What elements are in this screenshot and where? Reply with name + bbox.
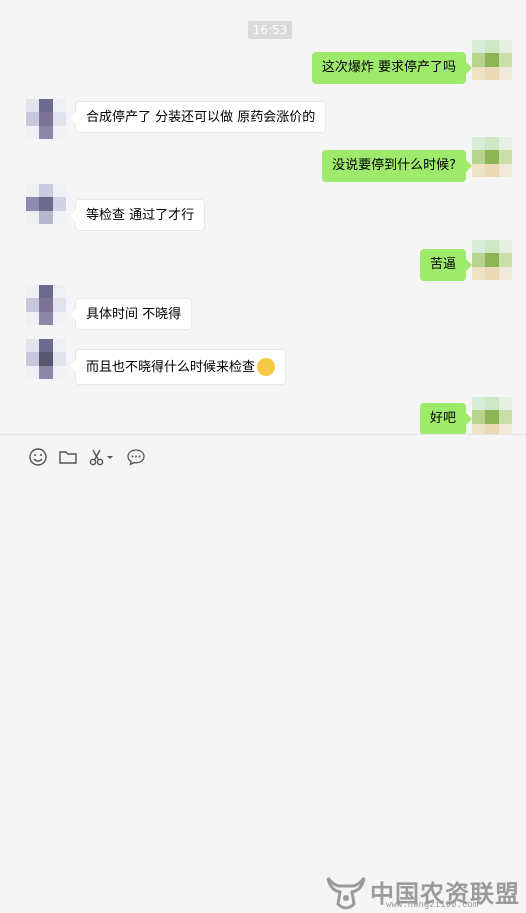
- my-avatar[interactable]: [472, 397, 512, 437]
- chevron-down-icon[interactable]: [106, 447, 114, 467]
- contact-avatar[interactable]: [26, 339, 66, 379]
- watermark: 中国农资联盟 www.nongzi100.com: [322, 872, 526, 913]
- message-text: 而且也不晓得什么时候来检查: [86, 360, 256, 375]
- my-avatar[interactable]: [472, 137, 512, 177]
- contact-avatar[interactable]: [26, 285, 66, 325]
- message-bubble-incoming[interactable]: 而且也不晓得什么时候来检查: [69, 349, 287, 385]
- emoji-icon[interactable]: [28, 447, 48, 467]
- message-bubble-incoming[interactable]: 等检查 通过了才行: [69, 199, 206, 231]
- message-bubble-incoming[interactable]: 合成停产了 分装还可以做 原药会涨价的: [69, 101, 327, 133]
- message-bubble-incoming[interactable]: 具体时间 不晓得: [69, 298, 193, 330]
- folder-icon[interactable]: [58, 447, 78, 467]
- contact-avatar[interactable]: [26, 99, 66, 139]
- message-bubble-outgoing[interactable]: 好吧: [419, 403, 473, 435]
- my-avatar[interactable]: [472, 40, 512, 80]
- chat-panel[interactable]: 16:53 这次爆炸 要求停产了吗 合成停产了 分装还可以做 原药会涨价的 没说…: [0, 0, 526, 437]
- timestamp: 16:53: [248, 21, 292, 39]
- contact-avatar[interactable]: [26, 184, 66, 224]
- scissors-icon[interactable]: [88, 447, 108, 467]
- input-toolbar: 中国农资联盟 www.nongzi100.com: [0, 434, 526, 910]
- bull-logo-icon: [326, 877, 366, 910]
- my-avatar[interactable]: [472, 240, 512, 280]
- message-bubble-outgoing[interactable]: 这次爆炸 要求停产了吗: [311, 52, 473, 84]
- message-bubble-outgoing[interactable]: 苦逼: [419, 249, 473, 281]
- watermark-url: www.nongzi100.com: [386, 900, 479, 910]
- message-bubble-outgoing[interactable]: 没说要停到什么时候?: [322, 150, 472, 182]
- chat-history-icon[interactable]: [126, 447, 146, 467]
- smirk-emoji-icon: [257, 357, 276, 376]
